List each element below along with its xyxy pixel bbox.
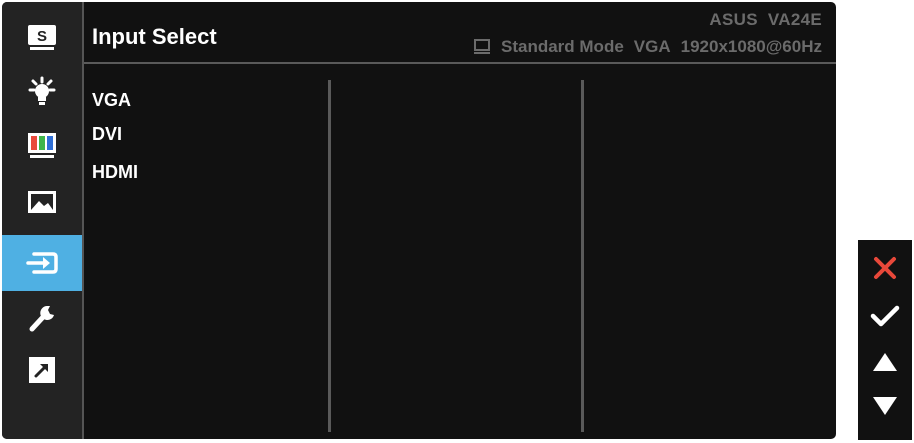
down-triangle-icon xyxy=(873,397,897,415)
sidebar-divider xyxy=(82,2,84,439)
column-divider-1 xyxy=(328,80,331,432)
up-key[interactable] xyxy=(858,340,912,384)
option-hdmi[interactable]: HDMI xyxy=(92,162,138,183)
status-input: VGA xyxy=(633,37,671,56)
status-resolution: 1920x1080@60Hz xyxy=(680,37,822,56)
sidebar-item-color[interactable] xyxy=(2,118,82,174)
sidebar-item-system[interactable] xyxy=(2,290,82,346)
color-bars-icon xyxy=(28,133,56,158)
osd-key-strip xyxy=(858,240,912,440)
status-mode: Standard Mode xyxy=(501,37,624,56)
sidebar-item-bluelight[interactable] xyxy=(2,64,82,120)
status-line: Standard Mode VGA 1920x1080@60Hz xyxy=(473,37,822,57)
svg-text:S: S xyxy=(37,28,47,45)
confirm-key[interactable] xyxy=(858,294,912,338)
down-key[interactable] xyxy=(858,384,912,428)
sidebar-item-image[interactable] xyxy=(2,174,82,230)
page-title: Input Select xyxy=(92,24,217,49)
model-name: ASUS VA24E xyxy=(709,10,822,29)
monitor-icon xyxy=(474,39,490,54)
column-divider-2 xyxy=(581,80,584,432)
close-key[interactable] xyxy=(858,246,912,290)
up-triangle-icon xyxy=(873,353,897,371)
sidebar-item-splendid[interactable]: S xyxy=(2,10,82,66)
shortcut-arrow-icon xyxy=(29,357,55,383)
close-x-icon xyxy=(874,257,896,279)
option-vga[interactable]: VGA xyxy=(92,90,131,111)
splendid-s-icon: S xyxy=(28,25,56,50)
header-divider xyxy=(84,62,836,64)
sidebar: S xyxy=(2,2,82,439)
osd-menu-panel: S Input Select ASUS VA24E Standard Mode … xyxy=(2,2,836,439)
image-landscape-icon xyxy=(28,191,56,213)
sidebar-item-input-select[interactable] xyxy=(2,235,82,291)
check-icon xyxy=(870,305,900,327)
sidebar-item-shortcut[interactable] xyxy=(2,342,82,398)
option-dvi[interactable]: DVI xyxy=(92,124,122,145)
input-select-icon xyxy=(26,252,58,274)
system-wrench-icon xyxy=(29,306,54,332)
bluelight-bulb-icon xyxy=(28,76,56,105)
